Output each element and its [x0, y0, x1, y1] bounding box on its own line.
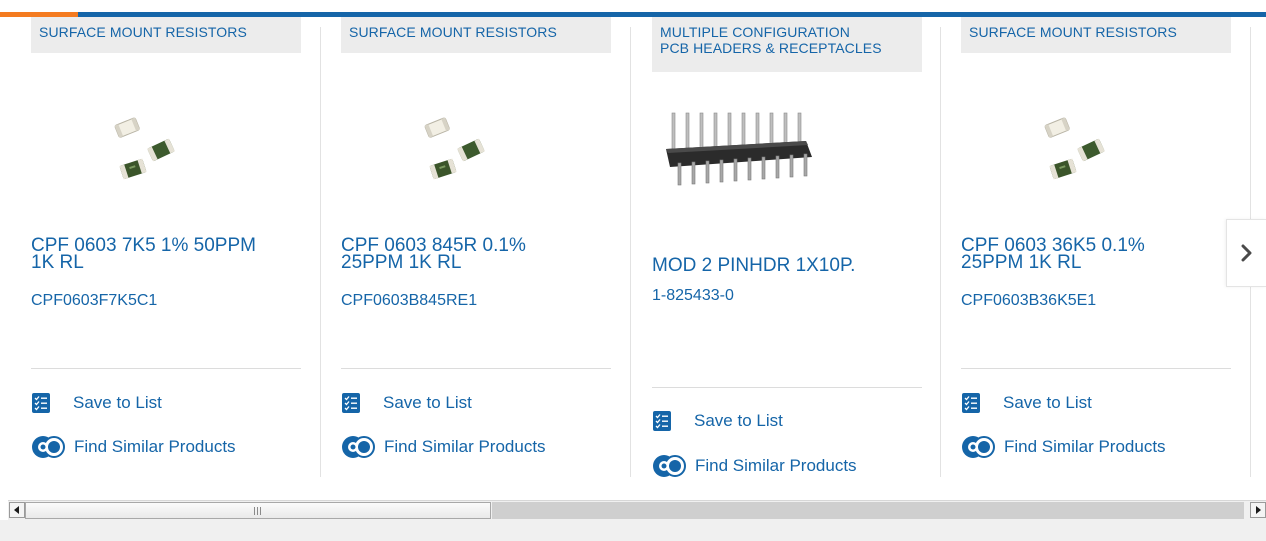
- product-title[interactable]: CPF 0603 845R 0.1% 25PPM 1K RL: [341, 236, 611, 273]
- pin-header-image[interactable]: [662, 105, 822, 205]
- checklist-icon: [342, 393, 360, 413]
- scrollbar-thumb[interactable]: [25, 502, 491, 519]
- card-divider: [961, 368, 1231, 369]
- column-divider: [940, 27, 941, 477]
- card-divider: [31, 368, 301, 369]
- find-similar-button[interactable]: Find Similar Products: [961, 435, 1166, 459]
- category-label[interactable]: SURFACE MOUNT RESISTORS: [961, 17, 1231, 53]
- save-to-list-label: Save to List: [694, 411, 783, 430]
- part-number-link[interactable]: CPF0603B845RE1: [341, 292, 611, 310]
- category-label-line2: PCB HEADERS & RECEPTACLES: [660, 40, 882, 56]
- find-similar-icon: [30, 434, 66, 460]
- category-label-line1: MULTIPLE CONFIGURATION: [660, 24, 850, 40]
- save-to-list-label: Save to List: [73, 393, 162, 412]
- scrollbar-track[interactable]: [492, 502, 1244, 519]
- part-number-link[interactable]: CPF0603B36K5E1: [961, 292, 1231, 310]
- product-title-line2: 25PPM 1K RL: [341, 252, 462, 273]
- product-title[interactable]: CPF 0603 7K5 1% 50PPM 1K RL: [31, 236, 301, 273]
- page-footer-band: [0, 520, 1266, 541]
- product-title[interactable]: CPF 0603 36K5 0.1% 25PPM 1K RL: [961, 236, 1231, 273]
- find-similar-button[interactable]: Find Similar Products: [31, 435, 236, 459]
- product-title-line2: 25PPM 1K RL: [961, 252, 1082, 273]
- smd-resistor-image[interactable]: [371, 95, 511, 195]
- find-similar-icon: [651, 453, 687, 479]
- find-similar-label: Find Similar Products: [695, 456, 857, 475]
- checklist-icon: [962, 393, 980, 413]
- product-card: SURFACE MOUNT RESISTORS CPF 0603 845R 0.…: [341, 17, 611, 492]
- card-divider: [652, 387, 922, 388]
- scroll-left-button[interactable]: [9, 502, 25, 518]
- find-similar-icon: [960, 434, 996, 460]
- save-to-list-label: Save to List: [1003, 393, 1092, 412]
- save-to-list-label: Save to List: [383, 393, 472, 412]
- chevron-right-icon: [1241, 244, 1251, 262]
- save-to-list-button[interactable]: Save to List: [652, 409, 783, 433]
- find-similar-button[interactable]: Find Similar Products: [341, 435, 546, 459]
- find-similar-label: Find Similar Products: [384, 437, 546, 456]
- find-similar-button[interactable]: Find Similar Products: [652, 454, 857, 478]
- category-label[interactable]: MULTIPLE CONFIGURATION PCB HEADERS & REC…: [652, 17, 922, 72]
- carousel-next-button[interactable]: [1226, 219, 1266, 287]
- product-card: SURFACE MOUNT RESISTORS CPF 0603 7K5 1% …: [31, 17, 301, 492]
- save-to-list-button[interactable]: Save to List: [31, 391, 162, 415]
- save-to-list-button[interactable]: Save to List: [961, 391, 1092, 415]
- smd-resistor-image[interactable]: [991, 95, 1131, 195]
- grip-icon: [254, 506, 261, 515]
- horizontal-scrollbar[interactable]: [8, 500, 1266, 520]
- card-divider: [341, 368, 611, 369]
- column-divider: [630, 27, 631, 477]
- arrow-left-icon: [14, 506, 19, 514]
- find-similar-label: Find Similar Products: [1004, 437, 1166, 456]
- scroll-right-button[interactable]: [1250, 502, 1266, 518]
- product-title[interactable]: MOD 2 PINHDR 1X10P.: [652, 255, 922, 277]
- find-similar-label: Find Similar Products: [74, 437, 236, 456]
- arrow-right-icon: [1256, 506, 1261, 514]
- checklist-icon: [32, 393, 50, 413]
- column-divider: [320, 27, 321, 477]
- part-number-link[interactable]: CPF0603F7K5C1: [31, 292, 301, 310]
- part-number-link[interactable]: 1-825433-0: [652, 287, 922, 305]
- product-card: MULTIPLE CONFIGURATION PCB HEADERS & REC…: [652, 17, 922, 492]
- product-card: SURFACE MOUNT RESISTORS CPF 0603 36K5 0.…: [961, 17, 1231, 492]
- save-to-list-button[interactable]: Save to List: [341, 391, 472, 415]
- smd-resistor-image[interactable]: [61, 95, 201, 195]
- category-label[interactable]: SURFACE MOUNT RESISTORS: [31, 17, 301, 53]
- category-label[interactable]: SURFACE MOUNT RESISTORS: [341, 17, 611, 53]
- product-title-line2: 1K RL: [31, 252, 84, 273]
- find-similar-icon: [340, 434, 376, 460]
- checklist-icon: [653, 411, 671, 431]
- product-carousel: SURFACE MOUNT RESISTORS CPF 0603 7K5 1% …: [0, 17, 1266, 497]
